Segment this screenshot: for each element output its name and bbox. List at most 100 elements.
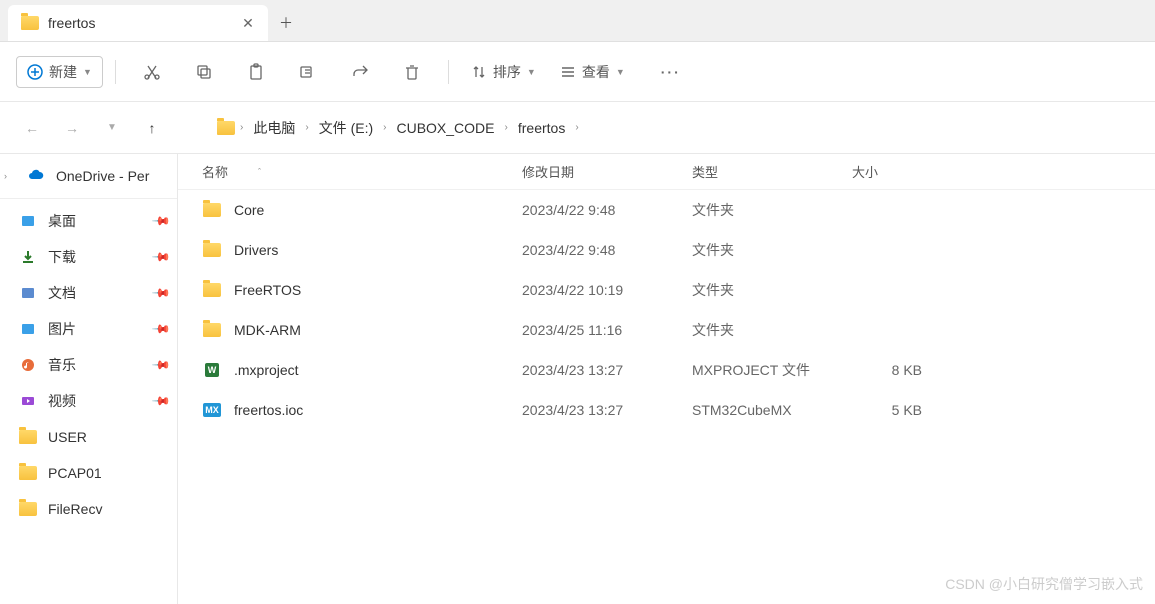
file-row[interactable]: MXfreertos.ioc2023/4/23 13:27STM32CubeMX… xyxy=(178,390,1155,430)
share-button[interactable] xyxy=(344,56,376,88)
breadcrumb-item[interactable]: CUBOX_CODE xyxy=(390,116,500,140)
sidebar-quick-item[interactable]: 图片📌 xyxy=(0,311,177,347)
file-date: 2023/4/22 9:48 xyxy=(522,202,692,218)
sort-indicator-icon: ˆ xyxy=(258,167,261,177)
file-icon: W xyxy=(202,360,222,380)
view-button[interactable]: 查看 ▼ xyxy=(550,56,635,88)
pin-icon: 📌 xyxy=(151,283,171,303)
divider xyxy=(448,60,449,84)
file-row[interactable]: Drivers 2023/4/22 9:48文件夹 xyxy=(178,230,1155,270)
sidebar-quick-item[interactable]: 音乐 📌 xyxy=(0,347,177,383)
file-size: 5 KB xyxy=(852,402,932,418)
sidebar-item-label: 文档 xyxy=(48,283,144,303)
new-button[interactable]: 新建 ▼ xyxy=(16,56,103,88)
sidebar-item-icon xyxy=(18,283,38,303)
close-tab-button[interactable]: ✕ xyxy=(240,15,256,31)
recent-dropdown[interactable]: ▼ xyxy=(96,112,128,144)
delete-button[interactable] xyxy=(396,56,428,88)
file-date: 2023/4/22 9:48 xyxy=(522,242,692,258)
new-tab-button[interactable]: ＋ xyxy=(268,5,304,41)
breadcrumb-row: ← → ▼ ↑ › 此电脑 › 文件 (E:) › CUBOX_CODE › f… xyxy=(0,102,1155,154)
divider xyxy=(115,60,116,84)
column-header-date[interactable]: 修改日期 xyxy=(522,162,692,181)
file-name: Core xyxy=(234,202,264,218)
sidebar-item-label: 音乐 xyxy=(48,355,144,375)
up-button[interactable]: ↑ xyxy=(136,112,168,144)
view-label: 查看 xyxy=(582,62,610,82)
sort-button[interactable]: 排序 ▼ xyxy=(461,56,546,88)
sidebar-item-label: 图片 xyxy=(48,319,144,339)
plus-circle-icon xyxy=(27,64,43,80)
breadcrumb-item[interactable]: 此电脑 xyxy=(247,114,301,142)
file-date: 2023/4/23 13:27 xyxy=(522,362,692,378)
breadcrumb-item[interactable]: freertos xyxy=(512,116,571,140)
file-size: 8 KB xyxy=(852,362,932,378)
folder-icon xyxy=(20,13,40,33)
file-row[interactable]: Core 2023/4/22 9:48文件夹 xyxy=(178,190,1155,230)
column-header-name[interactable]: 名称ˆ xyxy=(202,162,522,181)
sidebar-quick-item[interactable]: 视频📌 xyxy=(0,383,177,419)
rename-button[interactable] xyxy=(292,56,324,88)
sidebar-quick-item[interactable]: USER xyxy=(0,419,177,455)
column-header-size[interactable]: 大小 xyxy=(852,162,932,181)
sidebar-quick-item[interactable]: 桌面 📌 xyxy=(0,203,177,239)
pin-icon: 📌 xyxy=(151,211,171,231)
file-name: Drivers xyxy=(234,242,278,258)
sidebar-quick-item[interactable]: PCAP01 xyxy=(0,455,177,491)
file-type: 文件夹 xyxy=(692,240,852,260)
sidebar-onedrive[interactable]: › OneDrive - Per xyxy=(0,158,177,194)
sidebar-label: OneDrive - Per xyxy=(56,168,169,184)
active-tab[interactable]: freertos ✕ xyxy=(8,5,268,41)
sidebar-item-label: 桌面 xyxy=(48,211,144,231)
file-icon xyxy=(202,200,222,220)
file-date: 2023/4/22 10:19 xyxy=(522,282,692,298)
file-type: 文件夹 xyxy=(692,200,852,220)
sort-label: 排序 xyxy=(493,62,521,82)
sidebar-quick-item[interactable]: 文档 📌 xyxy=(0,275,177,311)
forward-button[interactable]: → xyxy=(56,112,88,144)
file-row[interactable]: MDK-ARM2023/4/25 11:16文件夹 xyxy=(178,310,1155,350)
file-date: 2023/4/23 13:27 xyxy=(522,402,692,418)
paste-button[interactable] xyxy=(240,56,272,88)
sidebar-quick-item[interactable]: FileRecv xyxy=(0,491,177,527)
file-row[interactable]: W .mxproject 2023/4/23 13:27MXPROJECT 文件8 … xyxy=(178,350,1155,390)
breadcrumb: › 此电脑 › 文件 (E:) › CUBOX_CODE › freertos … xyxy=(216,114,579,142)
sidebar-item-label: PCAP01 xyxy=(48,465,169,481)
view-icon xyxy=(560,64,576,80)
copy-button[interactable] xyxy=(188,56,220,88)
file-name: .mxproject xyxy=(234,362,299,378)
sidebar-item-label: 视频 xyxy=(48,391,144,411)
tab-bar: freertos ✕ ＋ xyxy=(0,0,1155,42)
file-name: freertos.ioc xyxy=(234,402,303,418)
chevron-down-icon: ▼ xyxy=(527,67,536,77)
sidebar-item-icon xyxy=(18,463,38,483)
sidebar-quick-item[interactable]: 下载📌 xyxy=(0,239,177,275)
chevron-right-icon: › xyxy=(505,122,508,133)
more-button[interactable]: ··· xyxy=(655,56,687,88)
chevron-right-icon: › xyxy=(575,122,578,133)
back-button[interactable]: ← xyxy=(16,112,48,144)
pin-icon: 📌 xyxy=(151,355,171,375)
sidebar-item-icon xyxy=(18,247,38,267)
sidebar-item-icon xyxy=(18,211,38,231)
file-list: 名称ˆ 修改日期 类型 大小 Core2023/4/22 9:48文件夹Driv… xyxy=(178,154,1155,604)
sidebar-item-icon xyxy=(18,319,38,339)
file-type: MXPROJECT 文件 xyxy=(692,360,852,380)
column-header-type[interactable]: 类型 xyxy=(692,162,852,181)
file-name: FreeRTOS xyxy=(234,282,301,298)
cut-button[interactable] xyxy=(136,56,168,88)
file-icon xyxy=(202,240,222,260)
file-row[interactable]: FreeRTOS2023/4/22 10:19文件夹 xyxy=(178,270,1155,310)
chevron-right-icon: › xyxy=(383,122,386,133)
chevron-down-icon: ▼ xyxy=(616,67,625,77)
folder-icon xyxy=(216,118,236,138)
sidebar-item-icon xyxy=(18,355,38,375)
chevron-right-icon: › xyxy=(240,122,243,133)
cloud-icon xyxy=(26,166,46,186)
file-icon xyxy=(202,320,222,340)
breadcrumb-item[interactable]: 文件 (E:) xyxy=(313,114,379,142)
sidebar-item-icon xyxy=(18,499,38,519)
file-icon xyxy=(202,280,222,300)
tab-title: freertos xyxy=(48,15,232,31)
sidebar-item-icon xyxy=(18,391,38,411)
